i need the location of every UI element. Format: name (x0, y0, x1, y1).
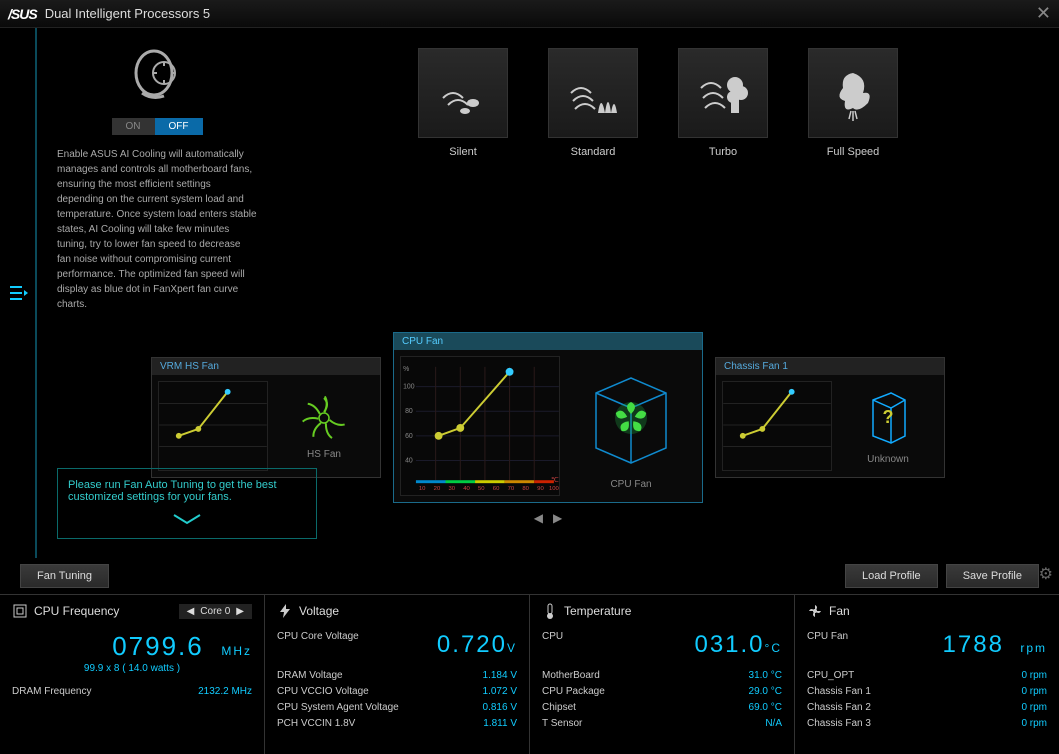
svg-text:90: 90 (537, 486, 544, 492)
thermometer-icon (542, 603, 558, 619)
app-title: Dual Intelligent Processors 5 (45, 6, 210, 21)
cpu-curve: %100806040102030405060708090100℃ (400, 356, 560, 496)
toggle-off[interactable]: OFF (155, 118, 203, 135)
cpu-frequency-panel: CPU Frequency ◀Core 0▶ 0799.6 MHz 99.9 x… (0, 595, 265, 754)
stat-row: DRAM Voltage1.184 V (277, 670, 517, 681)
standard-icon (548, 48, 638, 138)
volt-rows: DRAM Voltage1.184 V CPU VCCIO Voltage1.07… (277, 670, 517, 729)
svg-text:10: 10 (419, 486, 426, 492)
svg-text:100: 100 (549, 486, 559, 492)
svg-text:80: 80 (405, 408, 413, 415)
svg-text:60: 60 (493, 486, 500, 492)
stat-row: PCH VCCIN 1.8V1.811 V (277, 718, 517, 729)
svg-text:%: % (403, 366, 409, 373)
chevron-down-icon[interactable] (68, 513, 306, 528)
prev-core-icon[interactable]: ◀ (187, 606, 195, 617)
fan-panel: Fan CPU Fan1788 rpm CPU_OPT0 rpmChassis … (795, 595, 1059, 754)
svg-text:20: 20 (434, 486, 441, 492)
load-profile-button[interactable]: Load Profile (845, 564, 938, 588)
svg-text:80: 80 (522, 486, 529, 492)
cpu-fan-visual: CPU Fan (566, 356, 696, 496)
profile-turbo[interactable]: Turbo (678, 48, 768, 312)
brand-logo: /SUS (8, 6, 37, 22)
profile-standard[interactable]: Standard (548, 48, 638, 312)
stat-row: Chassis Fan 10 rpm (807, 686, 1047, 697)
bolt-icon (277, 603, 293, 619)
stat-row: Chassis Fan 20 rpm (807, 702, 1047, 713)
fan-rows: CPU_OPT0 rpm Chassis Fan 10 rpm Chassis Fa… (807, 670, 1047, 729)
ai-cooling-description: Enable ASUS AI Cooling will automaticall… (57, 147, 257, 312)
fan-card-chassis1[interactable]: Chassis Fan 1 ?Unknown (715, 357, 945, 478)
stat-row: Chassis Fan 30 rpm (807, 718, 1047, 729)
svg-text:70: 70 (508, 486, 515, 492)
cpu-icon (12, 603, 28, 619)
voltage-panel: Voltage CPU Core Voltage0.720V DRAM Volt… (265, 595, 530, 754)
silent-icon (418, 48, 508, 138)
profile-fullspeed[interactable]: Full Speed (808, 48, 898, 312)
side-menu-toggle[interactable] (0, 28, 36, 558)
svg-text:40: 40 (463, 486, 470, 492)
toggle-on[interactable]: ON (112, 118, 155, 135)
vrm-fan-visual: HS Fan (274, 381, 374, 471)
fan-card-vrm[interactable]: VRM HS Fan HS Fan (151, 357, 381, 478)
svg-text:100: 100 (403, 384, 415, 391)
stat-row: CPU Package29.0 °C (542, 686, 782, 697)
turbo-icon (678, 48, 768, 138)
next-core-icon[interactable]: ▶ (236, 606, 244, 617)
menu-icon (8, 283, 28, 303)
fullspeed-icon (808, 48, 898, 138)
core-selector[interactable]: ◀Core 0▶ (179, 604, 252, 619)
save-profile-button[interactable]: Save Profile (946, 564, 1039, 588)
title-bar: /SUS Dual Intelligent Processors 5 ✕ (0, 0, 1059, 28)
stat-row: CPU_OPT0 rpm (807, 670, 1047, 681)
prev-fan-icon[interactable]: ◀ (534, 511, 543, 525)
svg-text:60: 60 (405, 433, 413, 440)
settings-gear-icon[interactable]: ⚙ (1039, 564, 1053, 584)
temperature-panel: Temperature CPU031.0°C MotherBoard31.0 °… (530, 595, 795, 754)
svg-text:30: 30 (448, 486, 455, 492)
temp-rows: MotherBoard31.0 °C CPU Package29.0 °C Chip… (542, 670, 782, 729)
ai-cooling-panel: ON OFF Enable ASUS AI Cooling will autom… (57, 38, 257, 312)
stat-row: CPU System Agent Voltage0.816 V (277, 702, 517, 713)
svg-text:?: ? (883, 407, 894, 427)
fan-card-cpu[interactable]: CPU Fan %100806040102030405060708090100℃… (393, 332, 703, 503)
hint-box: Please run Fan Auto Tuning to get the be… (57, 468, 317, 539)
fan-profiles: Silent Standard Turbo Full Speed (277, 38, 1039, 312)
ai-cooling-icon (57, 38, 257, 108)
fan-tuning-button[interactable]: Fan Tuning (20, 564, 109, 588)
stat-row: Chipset69.0 °C (542, 702, 782, 713)
chassis-fan-visual: ?Unknown (838, 381, 938, 471)
svg-text:40: 40 (405, 457, 413, 464)
action-buttons: Fan Tuning Load Profile Save Profile (0, 558, 1059, 594)
fan-icon (807, 603, 823, 619)
stats-bar: CPU Frequency ◀Core 0▶ 0799.6 MHz 99.9 x… (0, 594, 1059, 754)
stat-row: MotherBoard31.0 °C (542, 670, 782, 681)
svg-text:50: 50 (478, 486, 485, 492)
stat-row: CPU VCCIO Voltage1.072 V (277, 686, 517, 697)
ai-cooling-toggle[interactable]: ON OFF (57, 118, 257, 135)
stat-row: T SensorN/A (542, 718, 782, 729)
vrm-curve (158, 381, 268, 471)
chassis-curve (722, 381, 832, 471)
next-fan-icon[interactable]: ▶ (553, 511, 562, 525)
profile-silent[interactable]: Silent (418, 48, 508, 312)
close-icon[interactable]: ✕ (1036, 3, 1051, 24)
